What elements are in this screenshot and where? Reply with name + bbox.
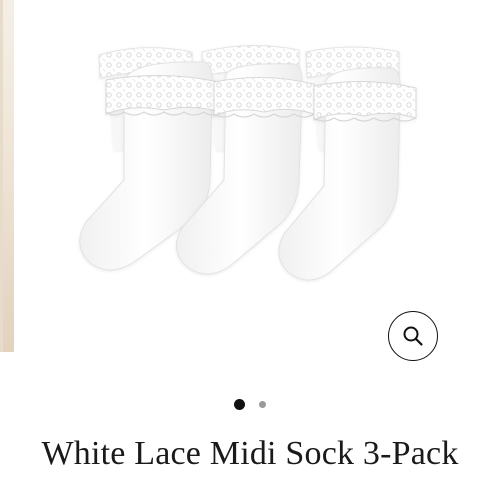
carousel-dot-2[interactable] xyxy=(259,400,266,408)
product-page: White Lace Midi Sock 3-Pack xyxy=(0,0,500,500)
search-icon xyxy=(403,326,423,346)
zoom-button[interactable] xyxy=(388,311,438,361)
previous-slide-peek[interactable] xyxy=(0,0,14,352)
carousel-dot-1[interactable] xyxy=(234,398,245,410)
carousel-dots xyxy=(0,397,500,411)
product-title: White Lace Midi Sock 3-Pack xyxy=(41,435,459,472)
